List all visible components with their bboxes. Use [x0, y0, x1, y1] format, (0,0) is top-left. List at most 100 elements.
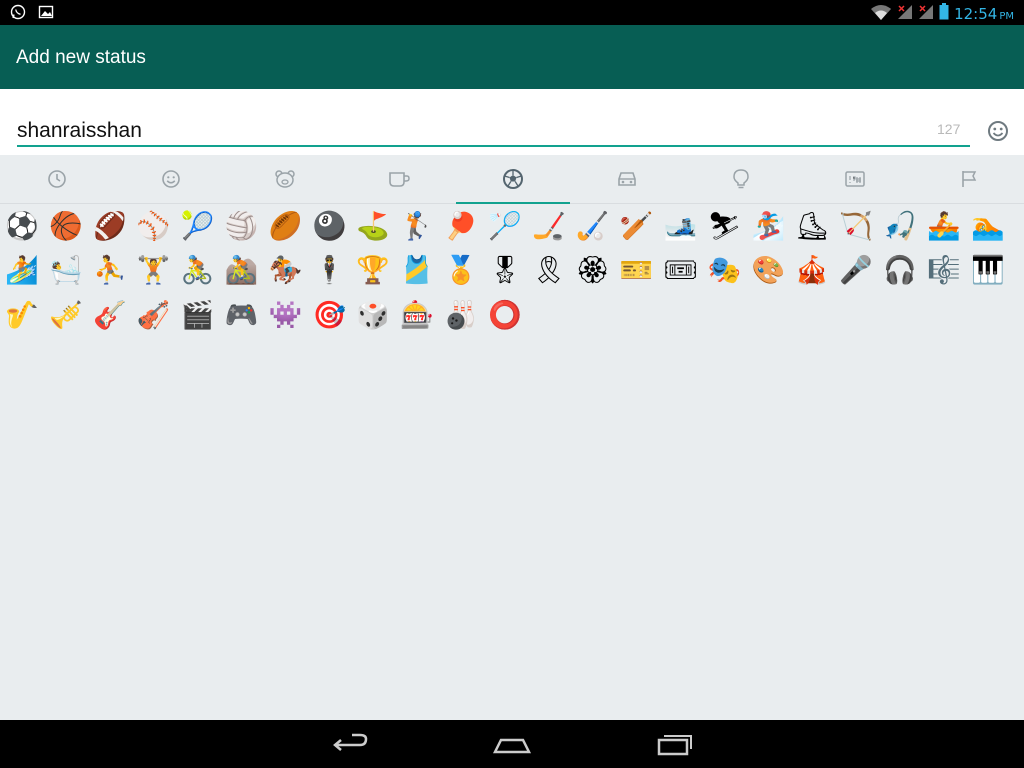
back-button[interactable]: [330, 730, 370, 758]
emoji-key[interactable]: 🎭: [702, 249, 746, 293]
emoji-key[interactable]: 🏹: [834, 204, 878, 248]
emoji-key[interactable]: ⛸: [790, 204, 834, 248]
emoji-key[interactable]: 🎸: [88, 293, 132, 337]
emoji-key[interactable]: 🏊: [966, 204, 1010, 248]
emoji-key[interactable]: 🏏: [615, 204, 659, 248]
battery-icon: [939, 3, 949, 24]
flag-icon: [962, 171, 977, 187]
tab-smileys[interactable]: [114, 155, 228, 203]
travel-icon: [618, 172, 636, 186]
emoji-key[interactable]: 🏌: [395, 204, 439, 248]
home-icon: [492, 738, 532, 754]
clock: 12:54 PM: [954, 5, 1014, 23]
clock-ampm: PM: [999, 10, 1014, 22]
system-status-bar: 12:54 PM: [0, 0, 1024, 25]
tab-animals[interactable]: [228, 155, 342, 203]
smiley-icon: [162, 170, 180, 188]
emoji-key[interactable]: 🏑: [571, 204, 615, 248]
smiley-icon: [988, 121, 1008, 141]
emoji-toggle-button[interactable]: [986, 119, 1010, 143]
emoji-key[interactable]: 🎹: [966, 249, 1010, 293]
char-counter: 127: [937, 121, 961, 137]
emoji-key[interactable]: 🎿: [659, 204, 703, 248]
tab-flags[interactable]: [912, 155, 1024, 203]
emoji-key[interactable]: 🎺: [44, 293, 88, 337]
emoji-key[interactable]: 🎧: [878, 249, 922, 293]
tab-recent[interactable]: [0, 155, 114, 203]
emoji-key[interactable]: 🎯: [307, 293, 351, 337]
emoji-key[interactable]: 🏅: [439, 249, 483, 293]
emoji-key[interactable]: 🎮: [220, 293, 264, 337]
emoji-key[interactable]: 🎻: [132, 293, 176, 337]
recents-button[interactable]: [655, 730, 695, 758]
emoji-key[interactable]: 🎳: [439, 293, 483, 337]
signal-icon: [918, 4, 934, 24]
emoji-key[interactable]: 🎫: [615, 249, 659, 293]
tab-travel[interactable]: [570, 155, 684, 203]
recent-icon: [48, 170, 66, 188]
emoji-key[interactable]: 🏓: [439, 204, 483, 248]
emoji-key[interactable]: 🕴: [307, 249, 351, 293]
emoji-key[interactable]: ⛹: [88, 249, 132, 293]
emoji-key[interactable]: ⛳: [351, 204, 395, 248]
emoji-key[interactable]: 🎽: [395, 249, 439, 293]
emoji-key[interactable]: 🎨: [746, 249, 790, 293]
emoji-key[interactable]: 🎰: [395, 293, 439, 337]
emoji-key[interactable]: 🏒: [527, 204, 571, 248]
emoji-key[interactable]: 🎣: [878, 204, 922, 248]
emoji-key[interactable]: 🏆: [351, 249, 395, 293]
emoji-key[interactable]: 🚴: [176, 249, 220, 293]
emoji-key[interactable]: 🏋: [132, 249, 176, 293]
emoji-key[interactable]: 🏐: [220, 204, 264, 248]
emoji-key[interactable]: 🏵: [571, 249, 615, 293]
food-icon: [389, 172, 410, 187]
wifi-icon: [870, 4, 892, 24]
emoji-key[interactable]: 🎼: [922, 249, 966, 293]
emoji-key[interactable]: 🎤: [834, 249, 878, 293]
emoji-grid: ⚽ 🏀 🏈 ⚾ 🎾 🏐 🏉 🎱 ⛳ 🏌 🏓 🏸 🏒 🏑 🏏 🎿 ⛷ 🏂 ⛸ 🏹 🎣 🚣 🏊 🏄 🛀 ⛹ 🏋 🚴 🚵 🏇 🕴 🏆 🎽 🏅 🎖 🎗 🏵 🎫 🎟 🎭…: [0, 204, 1024, 720]
emoji-key[interactable]: 🎗: [527, 249, 571, 293]
tab-food[interactable]: [342, 155, 456, 203]
status-input[interactable]: shanraisshan: [17, 119, 142, 143]
emoji-key[interactable]: ⛷: [702, 204, 746, 248]
image-icon: [38, 4, 54, 20]
emoji-key[interactable]: ⭕: [483, 293, 527, 337]
emoji-key[interactable]: 🏸: [483, 204, 527, 248]
system-navigation-bar: [0, 720, 1024, 768]
home-button[interactable]: [492, 730, 532, 758]
emoji-category-tabs: [0, 155, 1024, 204]
app-bar: Add new status: [0, 25, 1024, 89]
emoji-key[interactable]: 🏈: [88, 204, 132, 248]
emoji-key[interactable]: 🎷: [0, 293, 44, 337]
emoji-key[interactable]: 🏄: [0, 249, 44, 293]
animal-icon: [275, 170, 295, 188]
emoji-key[interactable]: 🏇: [263, 249, 307, 293]
clock-time: 12:54: [954, 4, 998, 23]
tab-objects[interactable]: [684, 155, 798, 203]
emoji-key[interactable]: 👾: [263, 293, 307, 337]
emoji-key[interactable]: ⚾: [132, 204, 176, 248]
emoji-key[interactable]: 🛀: [44, 249, 88, 293]
tab-symbols[interactable]: [798, 155, 912, 203]
emoji-key[interactable]: 🎖: [483, 249, 527, 293]
emoji-key[interactable]: 🏂: [746, 204, 790, 248]
status-input-area: shanraisshan 127: [0, 89, 1024, 155]
emoji-key[interactable]: 🎪: [790, 249, 834, 293]
emoji-key[interactable]: 🎬: [176, 293, 220, 337]
emoji-key[interactable]: 🎾: [176, 204, 220, 248]
objects-icon: [733, 169, 749, 189]
emoji-key[interactable]: ⚽: [0, 204, 44, 248]
activity-icon: [503, 169, 523, 189]
emoji-key[interactable]: 🎱: [307, 204, 351, 248]
back-icon: [333, 733, 368, 751]
tab-activity[interactable]: [456, 155, 570, 204]
emoji-key[interactable]: 🎲: [351, 293, 395, 337]
emoji-key[interactable]: 🎟: [659, 249, 703, 293]
emoji-key[interactable]: 🏉: [263, 204, 307, 248]
emoji-key[interactable]: 🚣: [922, 204, 966, 248]
emoji-key[interactable]: 🚵: [220, 249, 264, 293]
page-title: Add new status: [16, 47, 146, 68]
input-underline: [17, 145, 970, 147]
symbols-icon: [845, 171, 865, 187]
emoji-key[interactable]: 🏀: [44, 204, 88, 248]
